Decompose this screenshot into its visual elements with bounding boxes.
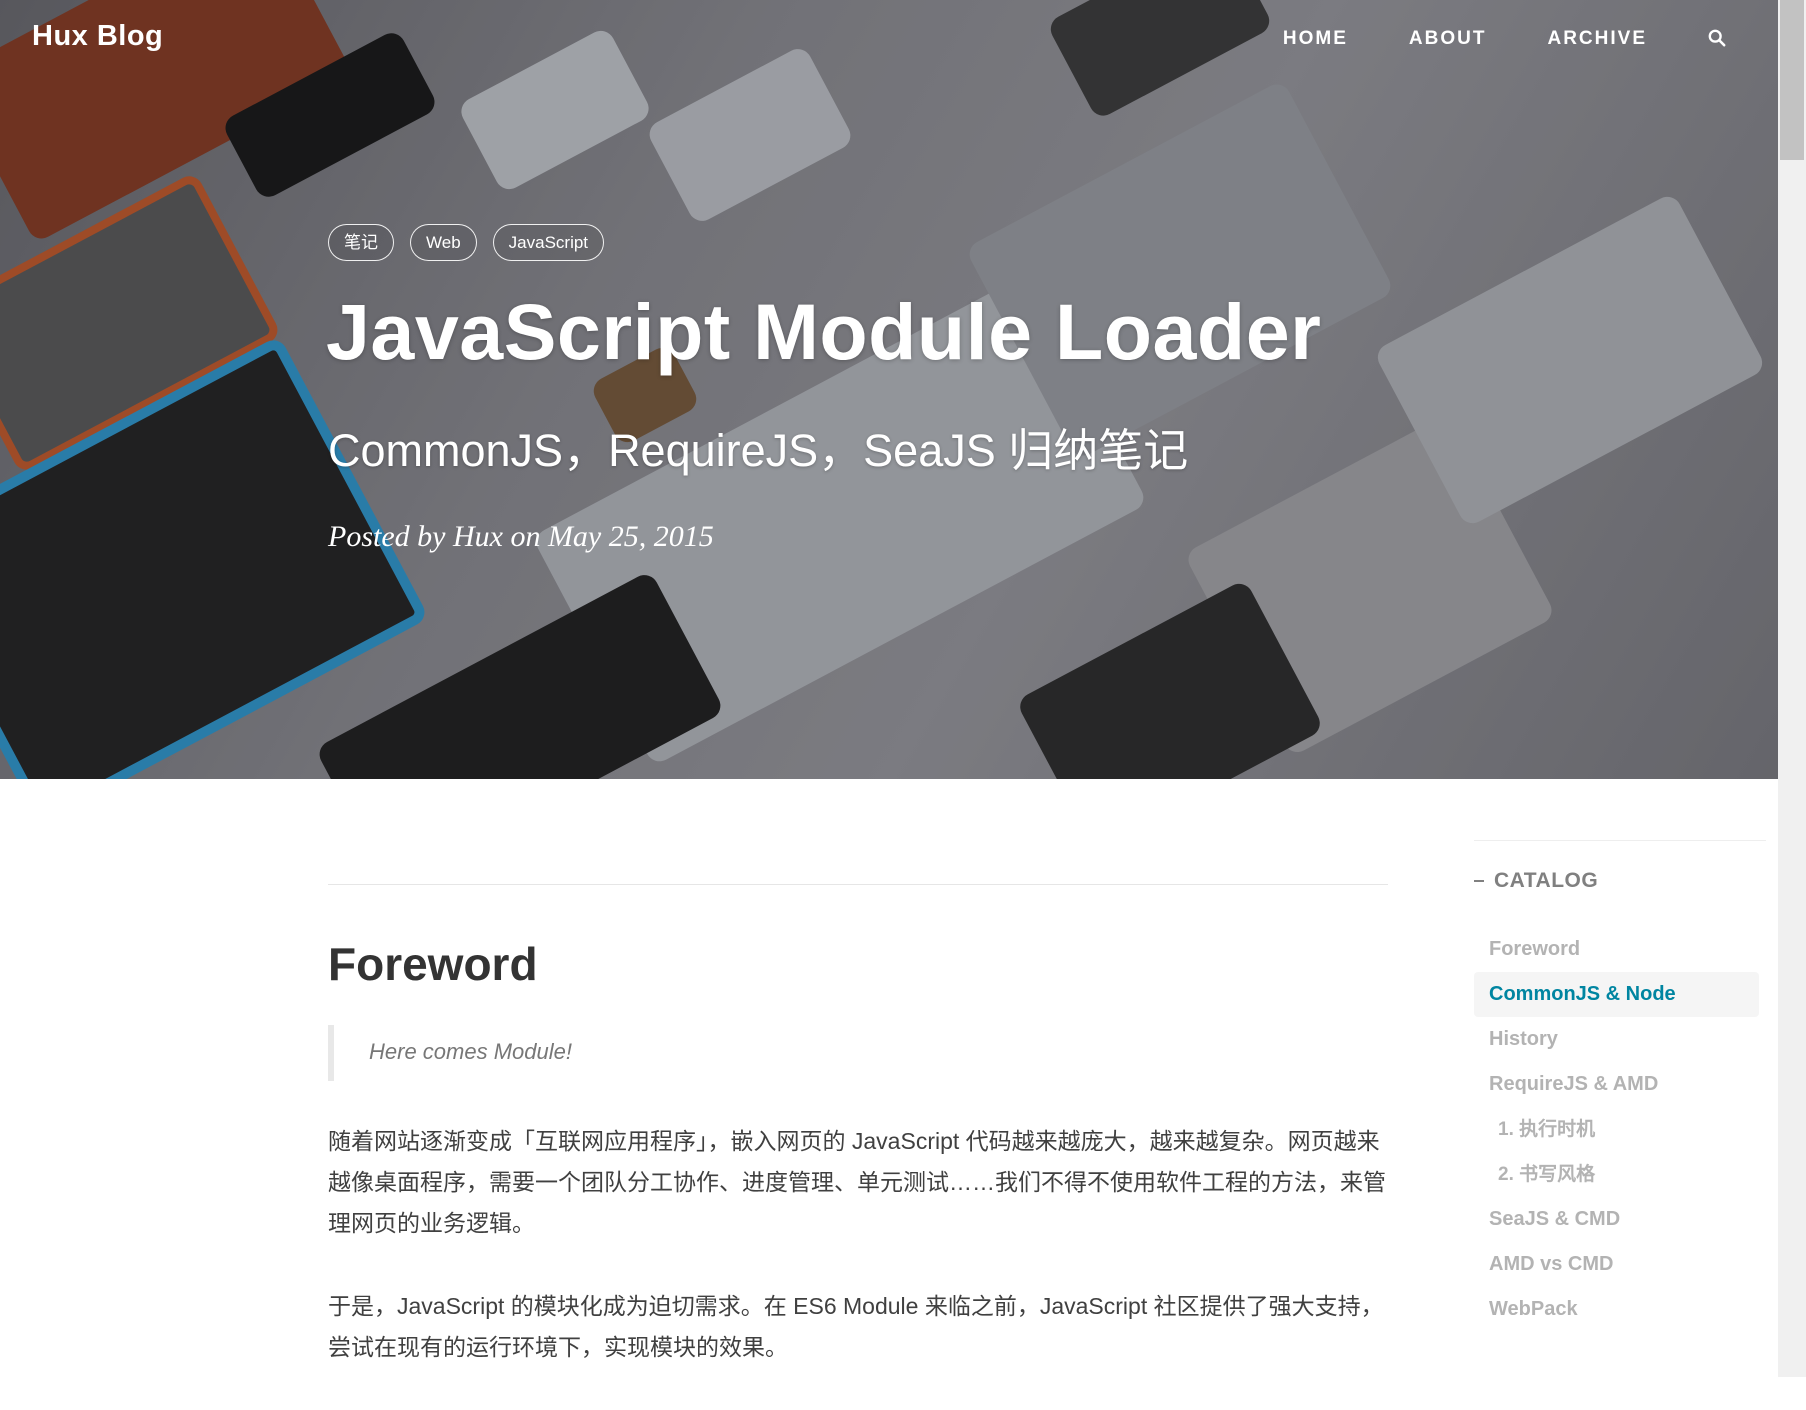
catalog-item-webpack[interactable]: WebPack bbox=[1474, 1287, 1766, 1332]
catalog-item-foreword[interactable]: Foreword bbox=[1474, 927, 1766, 972]
catalog-item-amd-vs-cmd[interactable]: AMD vs CMD bbox=[1474, 1242, 1766, 1287]
hero-header: Hux Blog HOME ABOUT ARCHIVE 笔记 Web JavaS… bbox=[0, 0, 1778, 779]
catalog-item-requirejs-amd[interactable]: RequireJS & AMD bbox=[1474, 1062, 1766, 1107]
main-nav: HOME ABOUT ARCHIVE bbox=[1283, 28, 1778, 50]
post-title: JavaScript Module Loader bbox=[326, 287, 1322, 376]
catalog-title: CATALOG bbox=[1494, 869, 1599, 892]
catalog-list: Foreword CommonJS & Node History Require… bbox=[1474, 927, 1766, 1332]
search-icon[interactable] bbox=[1708, 29, 1726, 47]
tag-notes[interactable]: 笔记 bbox=[328, 224, 394, 261]
hero-overlay bbox=[0, 0, 1778, 779]
tag-javascript[interactable]: JavaScript bbox=[492, 224, 605, 261]
catalog-item-history[interactable]: History bbox=[1474, 1017, 1766, 1062]
catalog-divider bbox=[1474, 840, 1766, 841]
post-content: Foreword Here comes Module! 随着网站逐渐变成「互联网… bbox=[328, 884, 1388, 1410]
catalog-item-seajs-cmd[interactable]: SeaJS & CMD bbox=[1474, 1197, 1766, 1242]
content-divider bbox=[328, 884, 1388, 885]
catalog-item-writing-style[interactable]: 2. 书写风格 bbox=[1474, 1152, 1766, 1197]
nav-home[interactable]: HOME bbox=[1283, 28, 1348, 50]
nav-archive[interactable]: ARCHIVE bbox=[1547, 28, 1647, 50]
top-navbar: Hux Blog HOME ABOUT ARCHIVE bbox=[0, 0, 1778, 80]
catalog-sidebar: CATALOG Foreword CommonJS & Node History… bbox=[1474, 840, 1766, 1332]
post-meta: Posted by Hux on May 25, 2015 bbox=[328, 520, 714, 553]
post-tags: 笔记 Web JavaScript bbox=[328, 224, 620, 261]
paragraph: 于是，JavaScript 的模块化成为迫切需求。在 ES6 Module 来临… bbox=[328, 1293, 1384, 1360]
nav-about[interactable]: ABOUT bbox=[1409, 28, 1487, 50]
catalog-toggle[interactable]: CATALOG bbox=[1474, 869, 1766, 893]
collapse-icon[interactable] bbox=[1474, 880, 1484, 882]
scrollbar[interactable] bbox=[1778, 0, 1806, 1377]
blockquote: Here comes Module! bbox=[328, 1025, 1388, 1081]
catalog-item-commonjs-node[interactable]: CommonJS & Node bbox=[1474, 972, 1759, 1017]
catalog-item-execution-timing[interactable]: 1. 执行时机 bbox=[1474, 1107, 1766, 1152]
scrollbar-thumb[interactable] bbox=[1780, 0, 1804, 160]
paragraph: 随着网站逐渐变成「互联网应用程序」，嵌入网页的 JavaScript 代码越来越… bbox=[328, 1128, 1386, 1236]
tag-web[interactable]: Web bbox=[410, 224, 477, 261]
post-subtitle: CommonJS，RequireJS，SeaJS 归纳笔记 bbox=[328, 425, 1189, 476]
section-heading-foreword: Foreword bbox=[328, 938, 538, 990]
site-brand[interactable]: Hux Blog bbox=[32, 20, 163, 53]
